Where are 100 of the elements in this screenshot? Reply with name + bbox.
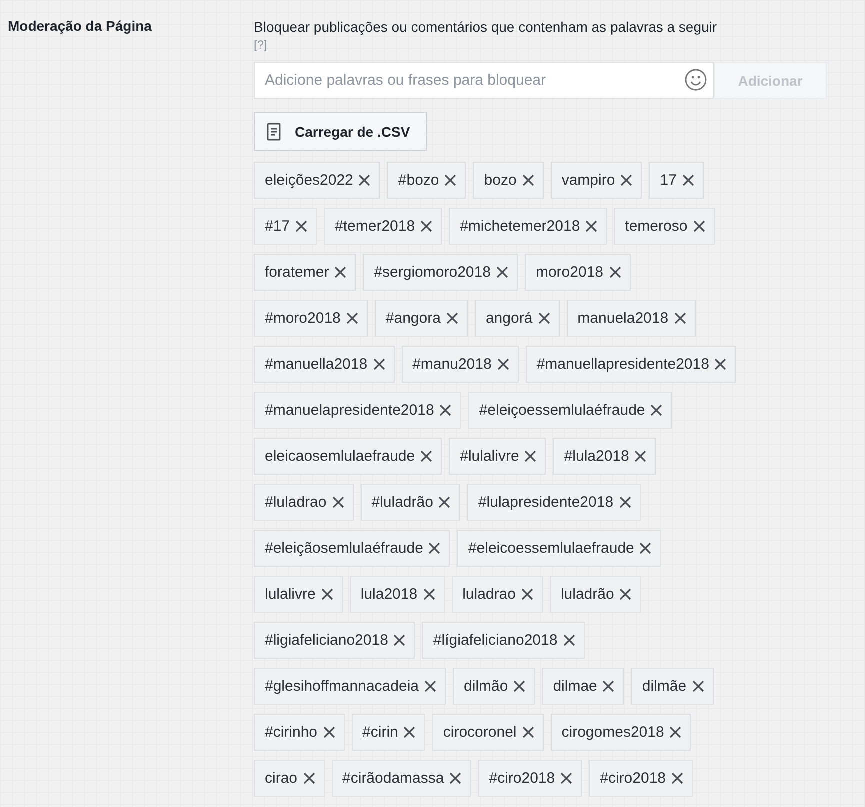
tag-text: foratemer: [265, 264, 330, 281]
remove-icon[interactable]: [618, 496, 632, 509]
remove-icon[interactable]: [420, 450, 434, 463]
remove-icon[interactable]: [446, 312, 459, 325]
tag-text: #lígiafeliciano2018: [433, 632, 558, 649]
smiley-icon[interactable]: [685, 69, 707, 91]
remove-icon[interactable]: [346, 312, 359, 325]
tag-text: #cirin: [362, 724, 398, 741]
tag-text: #cirinho: [265, 724, 318, 741]
remove-icon[interactable]: [650, 404, 664, 417]
remove-icon[interactable]: [295, 220, 308, 233]
tag-text: #bozo: [398, 172, 440, 189]
tag-text: #manuella2018: [265, 356, 368, 373]
tag-text: #manuelapresidente2018: [265, 402, 434, 419]
remove-icon[interactable]: [619, 588, 632, 601]
remove-icon[interactable]: [422, 588, 436, 601]
tag-text: bozo: [484, 172, 517, 189]
tag-text: luladrao: [462, 586, 516, 603]
remove-icon[interactable]: [562, 634, 576, 647]
tag-text: #manu2018: [412, 356, 492, 373]
tag-text: cirocoronel: [443, 724, 517, 741]
tag-text: #ciro2018: [489, 770, 556, 787]
tag-text: moro2018: [536, 264, 604, 281]
remove-icon[interactable]: [332, 496, 345, 509]
remove-icon[interactable]: [671, 772, 684, 785]
remove-icon[interactable]: [520, 588, 534, 601]
remove-icon[interactable]: [322, 726, 336, 739]
tag-text: #ciro2018: [600, 770, 666, 787]
tag-text: manuela2018: [578, 310, 669, 327]
tag-text: #temer2018: [335, 218, 416, 235]
tag-text: #manuellapresidente2018: [536, 356, 710, 373]
remove-icon[interactable]: [393, 634, 406, 647]
remove-icon[interactable]: [444, 174, 458, 187]
tag-text: #eleicoessemlulaefraude: [468, 540, 634, 557]
remove-icon[interactable]: [538, 312, 551, 325]
tag-text: #17: [265, 218, 290, 235]
tag-text: vampiro: [562, 172, 616, 189]
remove-icon[interactable]: [620, 174, 634, 187]
tag-text: #eleiçãosemlulaéfraude: [265, 540, 424, 557]
tag-text: lula2018: [360, 586, 418, 603]
remove-icon[interactable]: [634, 450, 648, 463]
remove-icon[interactable]: [302, 772, 316, 785]
remove-icon[interactable]: [424, 680, 438, 693]
upload-csv-button[interactable]: Carregar de .CSV: [254, 112, 428, 151]
remove-icon[interactable]: [334, 266, 348, 279]
tag-text: angorá: [486, 310, 533, 327]
remove-icon[interactable]: [320, 588, 334, 601]
remove-icon[interactable]: [449, 772, 462, 785]
remove-icon[interactable]: [692, 680, 705, 693]
tag-text: #luladrao: [265, 494, 327, 511]
remove-icon[interactable]: [524, 450, 538, 463]
remove-icon[interactable]: [682, 174, 695, 187]
remove-icon[interactable]: [420, 220, 434, 233]
remove-icon[interactable]: [522, 174, 535, 187]
tag-text: lulalivre: [265, 586, 316, 603]
remove-icon[interactable]: [560, 772, 574, 785]
tag-text: dilmae: [553, 678, 598, 695]
tag-text: temeroso: [625, 218, 688, 235]
tag-text: #cirãodamassa: [342, 770, 444, 787]
tag-text: cirogomes2018: [562, 724, 664, 741]
tag-text: eleicaosemlulaefraude: [265, 448, 416, 465]
remove-icon[interactable]: [714, 358, 728, 371]
tag-text: #michetemer2018: [460, 218, 580, 235]
remove-icon[interactable]: [496, 266, 509, 279]
tag-text: cirao: [265, 770, 298, 787]
remove-icon[interactable]: [639, 542, 652, 555]
tag-text: #lulapresidente2018: [478, 494, 614, 511]
remove-icon[interactable]: [608, 266, 622, 279]
remove-icon[interactable]: [496, 358, 510, 371]
tag-text: dilmãe: [642, 678, 687, 695]
section-label: Moderação da Página: [8, 17, 153, 36]
remove-icon[interactable]: [438, 496, 452, 509]
tag-text: #ligiafeliciano2018: [265, 632, 388, 649]
tag-text: #moro2018: [265, 310, 341, 327]
tag-text: #luladrão: [372, 494, 434, 511]
remove-icon[interactable]: [669, 726, 682, 739]
tag-text: #eleiçoessemlulaéfraude: [479, 402, 646, 419]
remove-icon[interactable]: [439, 404, 452, 417]
tag-text: luladrão: [560, 586, 614, 603]
help-link[interactable]: [?]: [254, 38, 268, 52]
remove-icon[interactable]: [522, 726, 535, 739]
remove-icon[interactable]: [372, 358, 386, 371]
tag-text: eleições2022: [265, 172, 354, 189]
description-text: Bloquear publicações ou comentários que contenham as palavras a seguir: [254, 18, 718, 36]
remove-icon[interactable]: [513, 680, 526, 693]
word-input-field[interactable]: Adicione palavras ou frases para bloquear: [254, 62, 714, 99]
remove-icon[interactable]: [403, 726, 416, 739]
tag-text: #angora: [386, 310, 441, 327]
document-icon: [267, 122, 281, 140]
remove-icon[interactable]: [692, 220, 706, 233]
tag-text: #sergiomoro2018: [374, 264, 491, 281]
remove-icon[interactable]: [428, 542, 442, 555]
tag-text: #lula2018: [564, 448, 630, 465]
remove-icon[interactable]: [585, 220, 598, 233]
remove-icon[interactable]: [602, 680, 616, 693]
tag-text: #lulalivre: [460, 448, 520, 465]
remove-icon[interactable]: [674, 312, 687, 325]
tag-text: dilmão: [464, 678, 508, 695]
remove-icon[interactable]: [358, 174, 372, 187]
tag-text: 17: [660, 172, 677, 189]
